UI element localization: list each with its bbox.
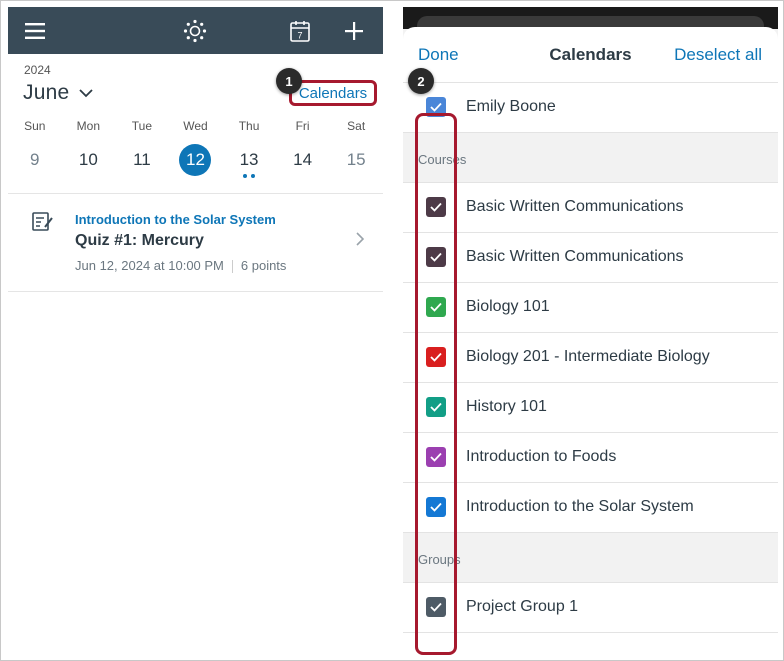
day-cell-selected[interactable]: 12 [169,144,223,176]
event-points: 6 points [240,258,287,273]
calendars-filter-screen: Done Calendars Deselect all Emily Boone … [403,7,778,657]
canvas-logo-icon [180,7,210,54]
section-header-courses: Courses [403,133,778,183]
calendar-row-label: Basic Written Communications [466,198,684,215]
calendar-row-course[interactable]: Introduction to Foods [403,433,778,483]
day-cell[interactable]: 15 [329,144,383,176]
sheet-header: Done Calendars Deselect all [403,27,778,83]
calendar-row-group[interactable]: Project Group 1 [403,583,778,633]
calendar-screen: 7 2024 June Calendars Sun Mon Tue Wed Th… [8,7,383,657]
calendar-row-label: Introduction to the Solar System [466,498,694,515]
weekday-header: Sun Mon Tue Wed Thu Fri Sat [8,119,383,133]
hamburger-menu-icon[interactable] [20,7,50,54]
event-item[interactable]: Introduction to the Solar System Quiz #1… [8,204,383,291]
event-meta: Jun 12, 2024 at 10:00 PM 6 points [75,258,287,274]
quiz-icon [32,212,54,237]
checkbox-checked-icon[interactable] [426,197,446,217]
chevron-right-icon [356,232,365,251]
checkbox-checked-icon[interactable] [426,347,446,367]
checkbox-checked-icon[interactable] [426,497,446,517]
divider [8,193,383,194]
calendar-row-course[interactable]: Introduction to the Solar System [403,483,778,533]
chevron-down-icon [79,88,93,97]
calendars-sheet: Done Calendars Deselect all Emily Boone … [403,27,778,657]
weekday-label: Sun [24,119,46,133]
weekday-label: Fri [295,119,310,133]
divider [8,291,383,292]
calendar-icon-day: 7 [297,30,302,40]
add-icon[interactable] [342,7,366,54]
calendar-row-label: Emily Boone [466,98,556,115]
checkbox-checked-icon[interactable] [426,397,446,417]
callout-badge-2: 2 [408,68,434,94]
event-date: Jun 12, 2024 at 10:00 PM [75,258,224,273]
calendar-row-course[interactable]: Biology 101 [403,283,778,333]
checkbox-checked-icon[interactable] [426,297,446,317]
day-cell[interactable]: 13 [222,144,276,178]
weekday-label: Mon [76,119,101,133]
calendar-row-course[interactable]: Basic Written Communications [403,183,778,233]
callout-badge-1: 1 [276,68,302,94]
calendar-row-course[interactable]: Basic Written Communications [403,233,778,283]
checkbox-checked-icon[interactable] [426,97,446,117]
event-title: Quiz #1: Mercury [75,232,204,249]
calendar-row-user[interactable]: Emily Boone [403,83,778,133]
month-picker[interactable]: June [23,81,93,105]
calendar-row-label: Introduction to Foods [466,448,617,465]
deselect-all-button[interactable]: Deselect all [674,45,762,65]
weekday-label: Wed [183,119,208,133]
checkbox-checked-icon[interactable] [426,247,446,267]
calendar-row-label: Biology 201 - Intermediate Biology [466,348,710,365]
day-cell[interactable]: 9 [8,144,62,176]
calendar-row-course[interactable]: History 101 [403,383,778,433]
event-dots [243,174,256,178]
calendar-row-label: Project Group 1 [466,598,579,615]
calendars-button[interactable]: Calendars [289,80,377,106]
day-cell[interactable]: 11 [115,144,169,176]
event-course: Introduction to the Solar System [75,212,276,227]
day-cell[interactable]: 10 [62,144,116,176]
section-header-groups: Groups [403,533,778,583]
weekday-label: Tue [131,119,153,133]
calendar-row-course[interactable]: Biology 201 - Intermediate Biology [403,333,778,383]
weekday-label: Sat [347,119,366,133]
week-days-row: 9 10 11 12 13 14 15 [8,144,383,178]
month-label: June [23,81,70,104]
year-label: 2024 [24,63,51,77]
calendar-row-label: Biology 101 [466,298,550,315]
checkbox-checked-icon[interactable] [426,597,446,617]
top-nav-bar: 7 [8,7,383,54]
calendar-row-label: History 101 [466,398,547,415]
screenshot-frame: 7 2024 June Calendars Sun Mon Tue Wed Th… [0,0,784,661]
calendar-today-icon[interactable]: 7 [288,7,312,54]
checkbox-checked-icon[interactable] [426,447,446,467]
weekday-label: Thu [238,119,260,133]
calendar-row-label: Basic Written Communications [466,248,684,265]
day-cell[interactable]: 14 [276,144,330,176]
